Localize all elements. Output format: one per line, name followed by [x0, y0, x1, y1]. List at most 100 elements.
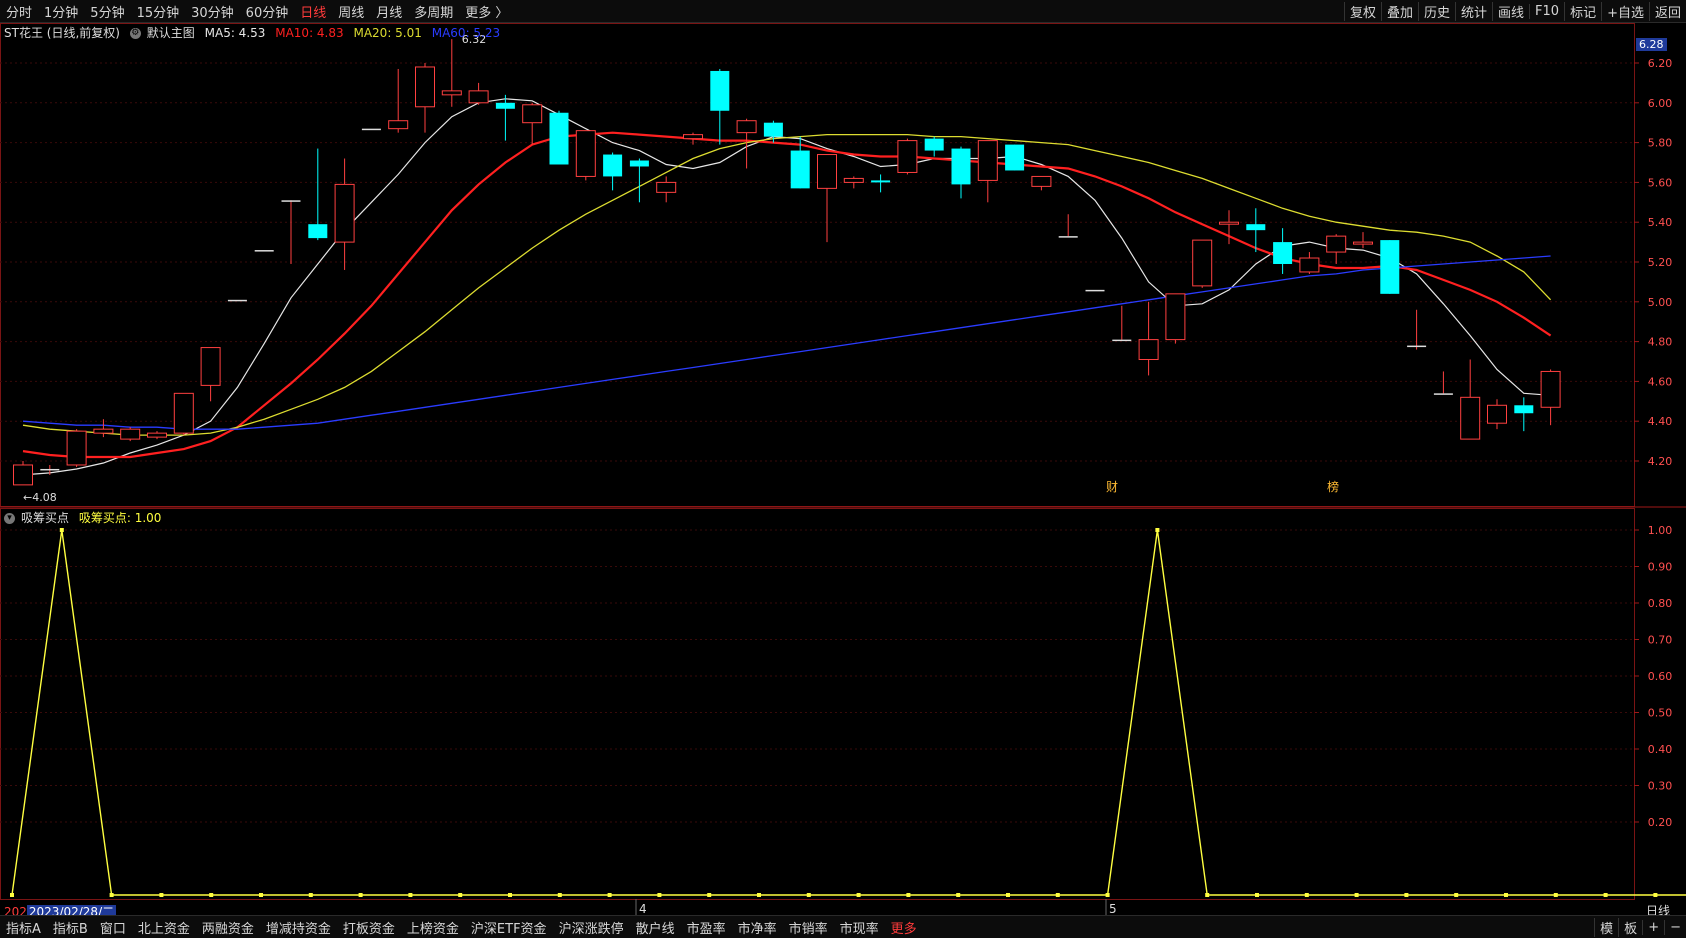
candle [575, 130, 596, 181]
tab-7[interactable]: 周线 [332, 2, 370, 21]
candle [1514, 397, 1534, 432]
candle [173, 392, 194, 436]
indicator-tab-5[interactable]: 增减持资金 [260, 918, 337, 937]
ma20-label: MA20: 5.01 [353, 26, 422, 40]
tool-5[interactable]: F10 [1529, 3, 1564, 19]
candle-body [1112, 339, 1132, 342]
tool-6[interactable]: 标记 [1564, 1, 1601, 21]
candle-body [227, 299, 247, 302]
indicator-tab-4[interactable]: 两融资金 [196, 918, 260, 937]
indicator-point [308, 893, 313, 897]
candle-body [281, 200, 301, 202]
indicator-tab-9[interactable]: 沪深涨跌停 [553, 918, 630, 937]
indicator-point [109, 893, 114, 897]
candle-body [93, 428, 114, 434]
indicator-point [1653, 893, 1658, 897]
main-chart-label[interactable]: 默认主图 [147, 26, 195, 40]
day-period-button[interactable]: 日线 [1632, 902, 1684, 918]
price-tick-label-10: 4.20 [1648, 455, 1673, 468]
candle-body [1085, 289, 1105, 292]
ind-tick-label-3: 0.70 [1648, 634, 1673, 647]
candle-body [1326, 235, 1347, 253]
tool-tabs: 复权 叠加 历史 统计 画线 F10 标记 +自选 返回 [1343, 0, 1686, 22]
candle-body [441, 90, 462, 96]
indicator-tab-8[interactable]: 沪深ETF资金 [465, 918, 553, 937]
tab-8[interactable]: 月线 [370, 2, 408, 21]
indicator-point [59, 528, 64, 532]
tab-4[interactable]: 30分钟 [185, 2, 240, 21]
tab-2[interactable]: 5分钟 [84, 2, 130, 21]
indicator-tab-10[interactable]: 散户线 [630, 918, 681, 937]
candle [656, 176, 677, 203]
event-marker-0: 财 [1106, 480, 1118, 494]
indicator-tab-1[interactable]: 指标B [47, 918, 94, 937]
indicator-tab-6[interactable]: 打板资金 [337, 918, 401, 937]
indicator-point [1205, 893, 1210, 897]
tool-2[interactable]: 历史 [1417, 1, 1455, 21]
candle-body [1165, 293, 1186, 341]
tool-8[interactable]: 返回 [1648, 1, 1686, 21]
tool-0[interactable]: 复权 [1343, 1, 1381, 21]
indicator-name[interactable]: 吸筹买点 [21, 511, 69, 525]
indicator-point [657, 893, 662, 897]
indicator-tab-15[interactable]: 更多 [885, 918, 923, 937]
tool-3[interactable]: 统计 [1455, 1, 1492, 21]
tool-1[interactable]: 叠加 [1380, 1, 1418, 21]
settings-icon[interactable]: ⚙ [129, 28, 141, 39]
tab-6[interactable]: 日线 [294, 2, 332, 21]
candle-body [736, 120, 757, 134]
candle-body [924, 138, 944, 151]
control-1[interactable]: 板 [1618, 917, 1642, 937]
candle-body [1031, 175, 1052, 187]
tab-5[interactable]: 60分钟 [240, 2, 295, 21]
ind-tick-label-0: 1.00 [1648, 524, 1673, 537]
candle-body [1380, 240, 1400, 294]
ma-line-ma10 [22, 131, 1552, 459]
tool-4[interactable]: 画线 [1492, 1, 1529, 21]
indicator-point [209, 893, 214, 897]
indicator-value: 吸筹买点: 1.00 [78, 511, 162, 525]
price-tick-label-9: 4.40 [1648, 415, 1673, 428]
price-tick-label-7: 4.80 [1648, 336, 1673, 349]
control-2[interactable]: + [1642, 919, 1664, 935]
candle [549, 110, 569, 165]
tab-1[interactable]: 1分钟 [38, 2, 84, 21]
candle-body [1540, 370, 1561, 408]
candle-body [871, 180, 891, 183]
control-0[interactable]: 模 [1594, 917, 1618, 937]
indicator-tab-2[interactable]: 窗口 [94, 918, 132, 937]
ind-tick-label-7: 0.30 [1648, 780, 1673, 793]
indicator-tab-13[interactable]: 市销率 [783, 918, 834, 937]
tab-10[interactable]: 更多 〉 [459, 2, 514, 21]
candle [710, 68, 730, 145]
candle-body [120, 428, 141, 440]
control-3[interactable]: − [1664, 919, 1686, 935]
candle-body [1192, 239, 1213, 287]
ma-line-ma5 [22, 98, 1551, 476]
candle-body [1005, 144, 1025, 171]
tab-9[interactable]: 多周期 [408, 2, 459, 21]
indicator-tab-12[interactable]: 市净率 [732, 918, 783, 937]
stock-title: ST花王 (日线,前复权) [4, 26, 120, 40]
indicator-header: ▾ 吸筹买点 吸筹买点: 1.00 [4, 509, 167, 526]
price-annotation-1: ←4.08 [23, 491, 57, 504]
candle-body [468, 90, 489, 104]
indicator-point [1504, 893, 1508, 897]
candle-body [763, 122, 783, 137]
indicator-tab-7[interactable]: 上榜资金 [401, 918, 465, 937]
indicator-point [508, 893, 512, 897]
candle-body [415, 66, 435, 108]
tool-7[interactable]: +自选 [1601, 1, 1649, 21]
candle-body [977, 140, 998, 181]
indicator-tab-0[interactable]: 指标A [0, 918, 47, 937]
indicator-tab-11[interactable]: 市盈率 [681, 918, 732, 937]
indicator-tab-14[interactable]: 市现率 [834, 918, 885, 937]
ma-line-ma20 [22, 133, 1552, 436]
candle [924, 136, 944, 157]
top-toolbar: 分时 1分钟 5分钟 15分钟 30分钟 60分钟 日线 周线 月线 多周期 更多 〉 复权 叠加 历史… [0, 0, 1686, 23]
tab-0[interactable]: 分时 [0, 2, 38, 21]
indicator-point [806, 893, 811, 897]
tab-3[interactable]: 15分钟 [131, 2, 186, 21]
indicator-tab-3[interactable]: 北上资金 [132, 918, 196, 937]
collapse-icon[interactable]: ▾ [4, 513, 15, 524]
